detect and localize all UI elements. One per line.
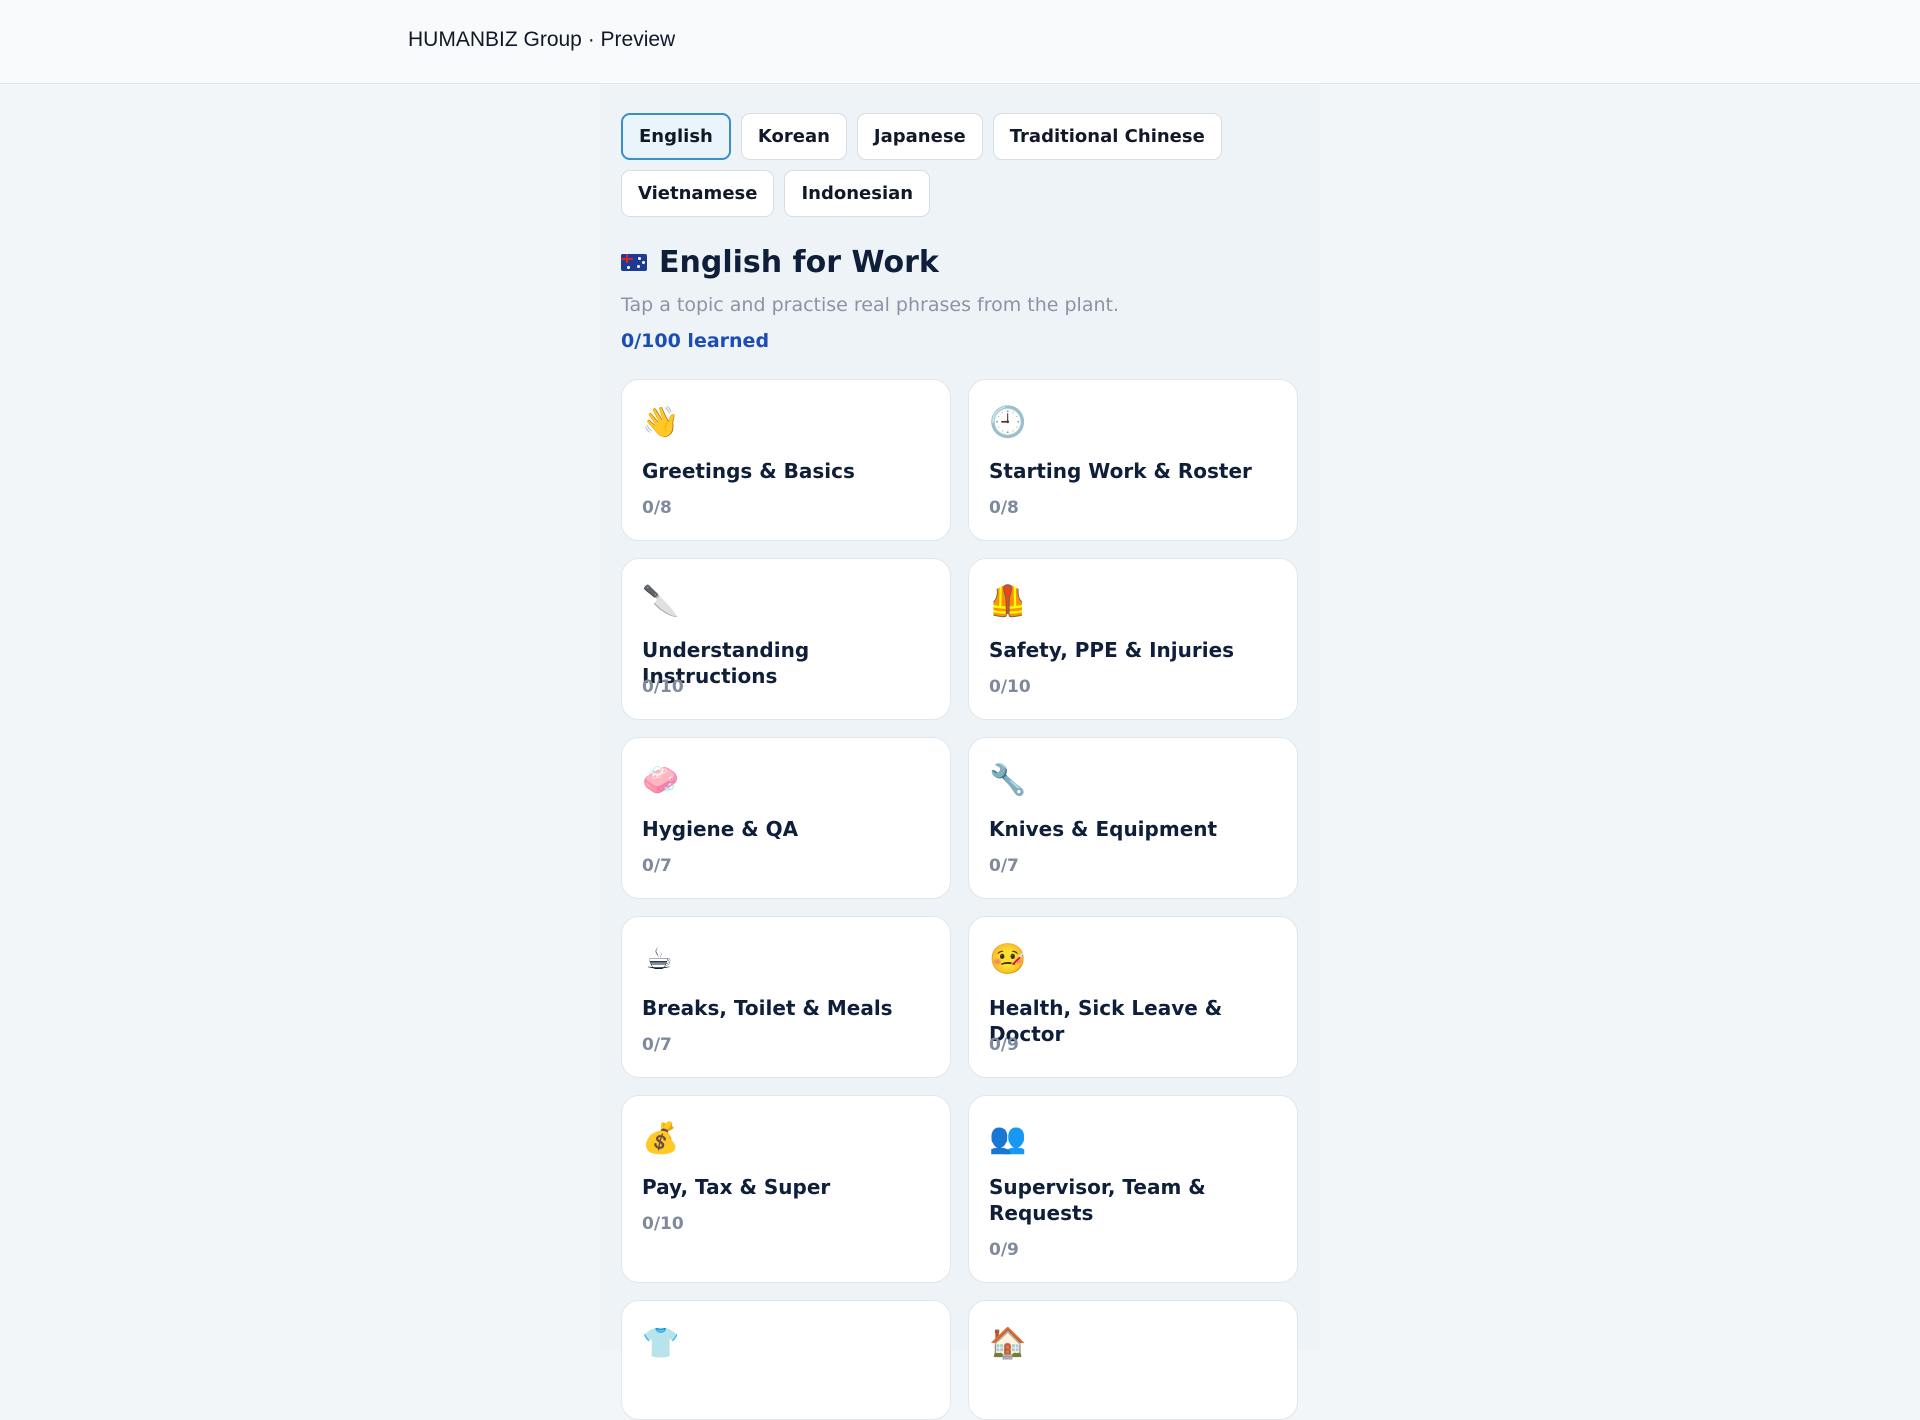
australia-flag-icon (621, 254, 647, 271)
topic-count: 0/8 (989, 498, 1019, 518)
topic-card-knives[interactable]: 🔧 Knives & Equipment 0/7 (968, 737, 1298, 899)
topic-title: Hygiene & QA (642, 817, 799, 841)
topic-card-greetings[interactable]: 👋 Greetings & Basics 0/8 (621, 379, 951, 541)
topic-card-starting-work[interactable]: 🕘 Starting Work & Roster 0/8 (968, 379, 1298, 541)
language-tab-english[interactable]: English (621, 113, 731, 160)
topic-title: Starting Work & Roster (989, 459, 1252, 483)
language-tab-korean[interactable]: Korean (740, 113, 847, 160)
learned-progress: 0/100 learned (621, 330, 770, 352)
page-title: English for Work (659, 245, 939, 280)
topic-title: Supervisor, Team & Requests (989, 1175, 1206, 1225)
waving-hand-icon: 👋 (642, 405, 680, 440)
topic-count: 0/7 (642, 1035, 672, 1055)
topic-count: 0/10 (642, 677, 684, 697)
topic-count: 0/8 (642, 498, 672, 518)
page-heading: English for Work (621, 245, 939, 280)
coffee-icon: ☕ (645, 942, 673, 977)
house-icon: 🏠 (989, 1326, 1027, 1361)
topic-title: Knives & Equipment (989, 817, 1218, 841)
topic-title: Understanding Instructions (642, 638, 810, 688)
clock-icon: 🕘 (989, 405, 1027, 440)
topic-count: 0/7 (642, 856, 672, 876)
topic-title: Greetings & Basics (642, 459, 855, 483)
topic-card-instructions[interactable]: 🔪 Understanding Instructions 0/10 (621, 558, 951, 720)
topic-title: Breaks, Toilet & Meals (642, 996, 893, 1020)
shirt-icon: 👕 (642, 1326, 680, 1361)
language-tabs-row-2: Vietnamese Indonesian (621, 170, 931, 217)
top-bar: HUMANBIZ Group · Preview (0, 0, 1920, 84)
language-tab-vietnamese[interactable]: Vietnamese (621, 170, 775, 217)
language-tab-japanese[interactable]: Japanese (856, 113, 983, 160)
topic-card-supervisor[interactable]: 👥 Supervisor, Team & Requests 0/9 (968, 1095, 1298, 1283)
topic-title: Health, Sick Leave & Doctor (989, 996, 1223, 1046)
wrench-icon: 🔧 (989, 763, 1027, 798)
page-subtitle: Tap a topic and practise real phrases fr… (621, 294, 1120, 316)
topic-card-hygiene[interactable]: 🧼 Hygiene & QA 0/7 (621, 737, 951, 899)
soap-icon: 🧼 (642, 763, 680, 798)
app-title: HUMANBIZ Group · Preview (408, 28, 676, 51)
language-tab-traditional-chinese[interactable]: Traditional Chinese (992, 113, 1222, 160)
money-bag-icon: 💰 (642, 1121, 680, 1156)
topic-card-safety[interactable]: 🦺 Safety, PPE & Injuries 0/10 (968, 558, 1298, 720)
safety-vest-icon: 🦺 (989, 584, 1027, 619)
language-tab-indonesian[interactable]: Indonesian (784, 170, 931, 217)
knife-icon: 🔪 (642, 584, 680, 619)
people-icon: 👥 (989, 1121, 1027, 1156)
topic-count: 0/10 (989, 677, 1031, 697)
topic-card-pay[interactable]: 💰 Pay, Tax & Super 0/10 (621, 1095, 951, 1283)
topic-title: Safety, PPE & Injuries (989, 638, 1235, 662)
content-panel: English Korean Japanese Traditional Chin… (600, 85, 1320, 1420)
topic-count: 0/9 (989, 1035, 1019, 1055)
topic-card-health[interactable]: 🤒 Health, Sick Leave & Doctor 0/9 (968, 916, 1298, 1078)
topic-count: 0/7 (989, 856, 1019, 876)
topic-card-housing[interactable]: 🏠 (968, 1300, 1298, 1420)
topic-title: Pay, Tax & Super (642, 1175, 831, 1199)
sick-face-icon: 🤒 (989, 942, 1027, 977)
topic-card-breaks[interactable]: ☕ Breaks, Toilet & Meals 0/7 (621, 916, 951, 1078)
language-tabs-row-1: English Korean Japanese Traditional Chin… (621, 113, 1222, 160)
topic-count: 0/10 (642, 1214, 684, 1234)
topic-count: 0/9 (989, 1240, 1019, 1260)
topic-card-uniform[interactable]: 👕 (621, 1300, 951, 1420)
